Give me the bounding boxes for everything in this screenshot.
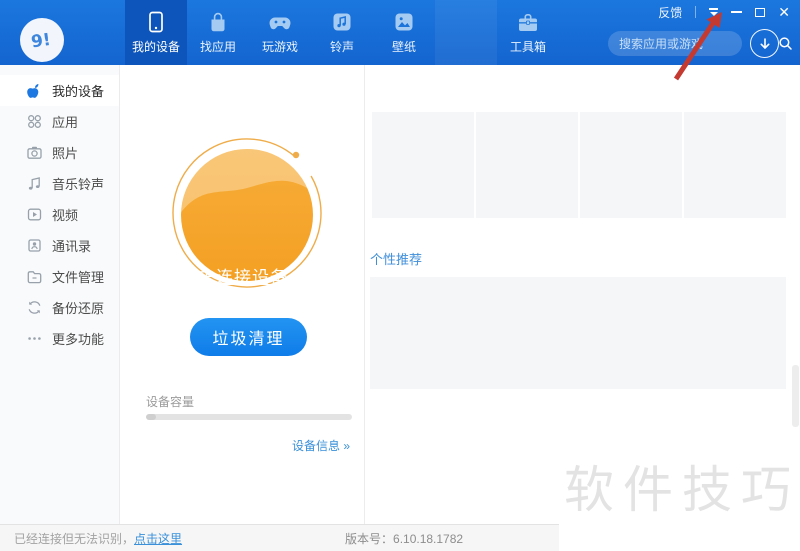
toolbox-icon bbox=[519, 14, 537, 31]
version-value: 6.10.18.1782 bbox=[393, 531, 464, 546]
sidebar-item-label: 备份还原 bbox=[52, 301, 105, 316]
sidebar-item-photos[interactable]: 照片 bbox=[0, 137, 119, 168]
more-dots-icon bbox=[26, 330, 43, 347]
tab-ringtones[interactable]: 铃声 bbox=[311, 0, 373, 65]
click-here-link[interactable]: 点击这里 bbox=[134, 530, 182, 547]
tab-toolbox[interactable]: 工具箱 bbox=[497, 0, 559, 65]
placeholder-card bbox=[580, 112, 682, 218]
download-arrow-icon bbox=[760, 37, 769, 49]
connection-status-text: 未连接设备 bbox=[198, 268, 288, 287]
sidebar-item-apps[interactable]: 应用 bbox=[0, 106, 119, 137]
empty-tab-slot bbox=[435, 0, 497, 65]
placeholder-banner bbox=[370, 277, 786, 389]
device-phone-icon bbox=[149, 11, 163, 33]
tab-label: 铃声 bbox=[329, 40, 354, 54]
ringtone-icon bbox=[333, 13, 351, 31]
sidebar-item-label: 更多功能 bbox=[52, 332, 105, 347]
placeholder-card bbox=[372, 112, 474, 218]
sidebar-item-label: 应用 bbox=[52, 115, 79, 130]
placeholder-card bbox=[684, 112, 786, 218]
feedback-button[interactable]: 反馈 bbox=[658, 4, 682, 21]
recommend-title: 个性推荐 bbox=[370, 252, 423, 267]
scrollbar-thumb[interactable] bbox=[792, 365, 799, 427]
tab-label: 壁纸 bbox=[391, 40, 416, 54]
version-label: 版本号： bbox=[345, 531, 394, 546]
connection-status-circle: 未连接设备 bbox=[159, 125, 335, 301]
sidebar-item-more[interactable]: 更多功能 bbox=[0, 323, 119, 354]
device-panel: 未连接设备 垃圾清理 设备容量 设备信息 » bbox=[121, 65, 365, 524]
window-controls: 反馈 ✕ bbox=[658, 4, 790, 20]
top-toolbar: 9! 我的设备 找应用 玩游戏 铃声 壁纸 工具箱 反馈 ✕ 搜索应用或游戏 bbox=[0, 0, 800, 65]
music-icon bbox=[26, 175, 43, 192]
capacity-progress-bar bbox=[146, 414, 352, 420]
folder-icon bbox=[26, 268, 43, 285]
sidebar-item-label: 我的设备 bbox=[52, 84, 105, 99]
sidebar-item-label: 视频 bbox=[52, 208, 79, 223]
butterfly-logo-icon: 9! bbox=[30, 30, 52, 53]
device-capacity-label: 设备容量 bbox=[146, 395, 195, 409]
sidebar-item-music[interactable]: 音乐铃声 bbox=[0, 168, 119, 199]
sidebar: 我的设备 应用 照片 音乐铃声 视频 通讯录 文件管理 备份还原 更多功能 bbox=[0, 65, 120, 524]
tab-label: 玩游戏 bbox=[261, 40, 298, 54]
apps-grid-icon bbox=[26, 113, 43, 130]
app-logo: 9! bbox=[20, 18, 64, 62]
search-box bbox=[608, 31, 792, 56]
placeholder-card bbox=[476, 112, 578, 218]
gamepad-icon bbox=[269, 17, 291, 30]
svg-text:9!: 9! bbox=[30, 30, 52, 53]
search-icon[interactable] bbox=[778, 36, 793, 51]
tab-label: 我的设备 bbox=[131, 40, 180, 54]
close-button[interactable]: ✕ bbox=[778, 5, 790, 19]
version-text: 版本号：6.10.18.1782 bbox=[345, 530, 463, 547]
app-bag-icon bbox=[211, 12, 225, 32]
sidebar-item-my-device[interactable]: 我的设备 bbox=[0, 75, 119, 106]
camera-icon bbox=[26, 144, 43, 161]
maximize-button[interactable] bbox=[755, 7, 766, 17]
sidebar-item-label: 音乐铃声 bbox=[52, 177, 105, 192]
apple-icon bbox=[26, 82, 43, 99]
main-nav-tabs: 我的设备 找应用 玩游戏 铃声 壁纸 工具箱 bbox=[125, 0, 559, 65]
download-manager-button[interactable] bbox=[750, 29, 779, 58]
sidebar-item-contacts[interactable]: 通讯录 bbox=[0, 230, 119, 261]
connection-warning-text: 已经连接但无法识别， bbox=[14, 531, 135, 546]
tab-find-apps[interactable]: 找应用 bbox=[187, 0, 249, 65]
divider bbox=[695, 6, 697, 18]
main-menu-icon[interactable] bbox=[709, 8, 719, 16]
sidebar-item-files[interactable]: 文件管理 bbox=[0, 261, 119, 292]
tab-play-games[interactable]: 玩游戏 bbox=[249, 0, 311, 65]
tab-label: 找应用 bbox=[199, 40, 236, 54]
contacts-icon bbox=[26, 237, 43, 254]
capacity-progress-fill bbox=[146, 414, 156, 420]
watermark-text: 软件技巧 bbox=[564, 462, 800, 518]
status-bar: 已经连接但无法识别， 点击这里 版本号：6.10.18.1782 bbox=[0, 524, 559, 551]
wallpaper-icon bbox=[395, 13, 413, 31]
tab-wallpapers[interactable]: 壁纸 bbox=[373, 0, 435, 65]
sidebar-item-backup[interactable]: 备份还原 bbox=[0, 292, 119, 323]
placeholder-card-row bbox=[372, 112, 786, 218]
backup-icon bbox=[26, 299, 43, 316]
sidebar-item-label: 文件管理 bbox=[52, 270, 105, 285]
sidebar-item-label: 照片 bbox=[52, 146, 79, 161]
sidebar-item-videos[interactable]: 视频 bbox=[0, 199, 119, 230]
sidebar-item-label: 通讯录 bbox=[52, 239, 92, 254]
tab-label: 工具箱 bbox=[509, 40, 546, 54]
clean-junk-button[interactable]: 垃圾清理 bbox=[190, 318, 307, 356]
video-icon bbox=[26, 206, 43, 223]
device-info-link[interactable]: 设备信息 » bbox=[292, 437, 350, 454]
minimize-button[interactable] bbox=[731, 11, 743, 13]
app-window: 9! 我的设备 找应用 玩游戏 铃声 壁纸 工具箱 反馈 ✕ 搜索应用或游戏 我… bbox=[0, 0, 800, 551]
tab-my-device[interactable]: 我的设备 bbox=[125, 0, 187, 65]
